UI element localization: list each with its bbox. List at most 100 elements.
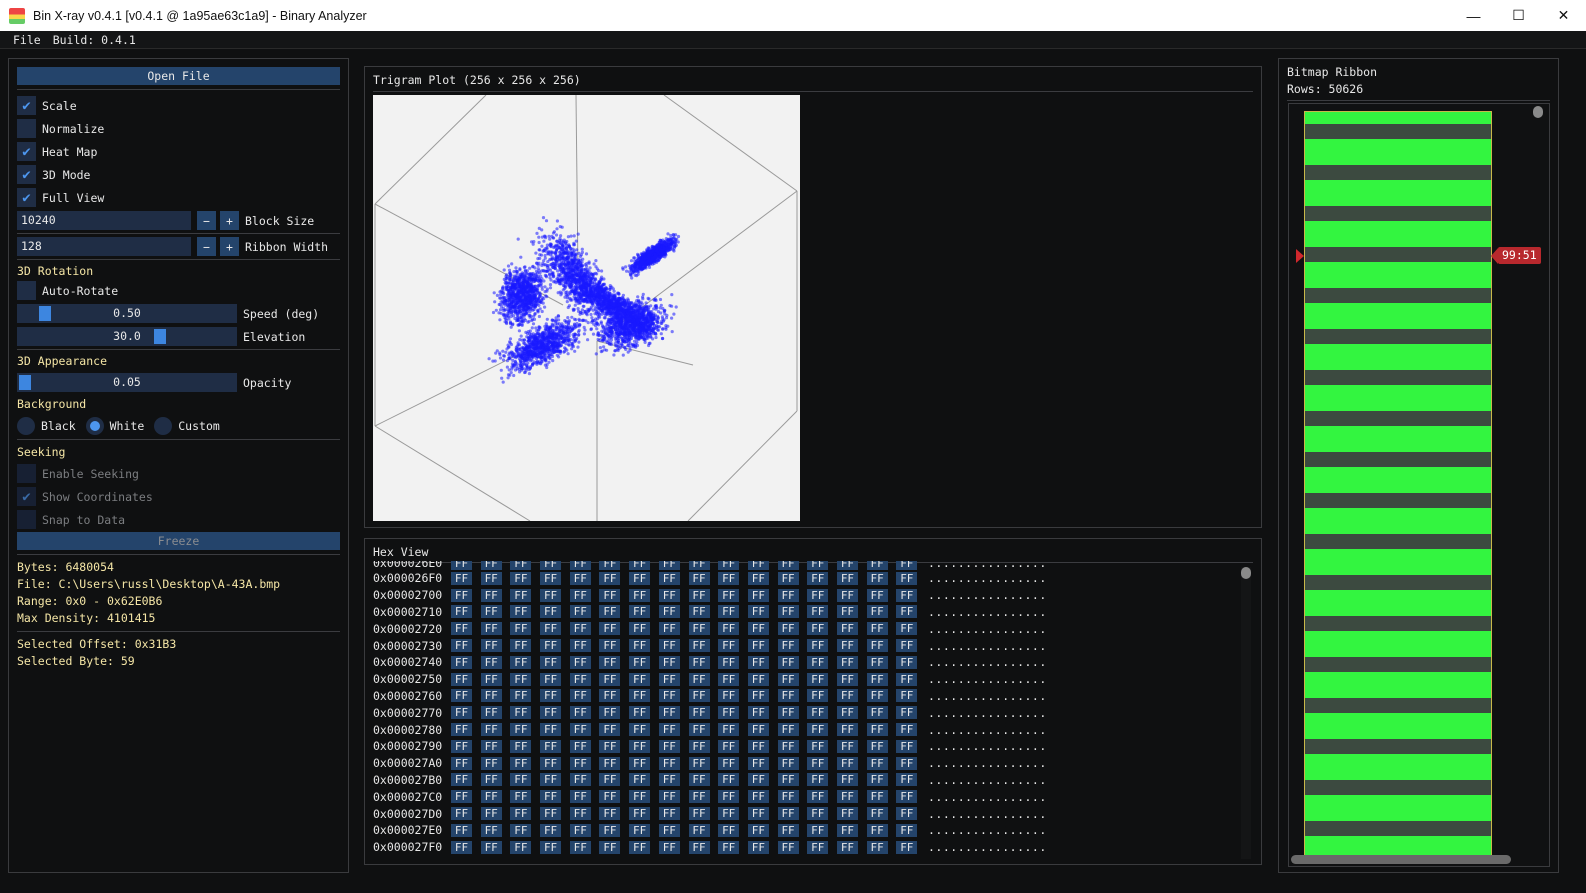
scatter-point [532,346,537,350]
scatter-point [518,363,522,367]
freeze-button[interactable]: Freeze [17,532,340,550]
slider-grab[interactable] [39,306,52,321]
checkbox-row[interactable]: ✔ Scale [17,94,340,117]
scatter-point [636,333,640,337]
window-title: Bin X-ray v0.4.1 [v0.4.1 @ 1a95ae63c1a9]… [33,8,367,23]
scatter-point [542,239,546,243]
heat-map-checkbox[interactable]: ✔ [17,142,36,161]
menu-build[interactable]: Build: 0.4.1 [53,33,136,47]
speed-slider[interactable]: 0.50 [17,304,237,323]
scatter-point [516,347,520,351]
scatter-point [599,333,603,337]
show-coordinates-checkbox[interactable]: ✔ [17,487,36,506]
background-white-radio[interactable] [85,416,104,435]
scatter-point [548,276,552,280]
3d-mode-checkbox[interactable]: ✔ [17,165,36,184]
ribbon-width-increment[interactable]: + [220,237,239,256]
block-size-decrement[interactable]: − [197,211,216,230]
scatter-point [588,266,592,270]
scatter-point [646,312,651,316]
scatter-point [595,267,599,271]
scatter-point [581,304,585,308]
scatter-point [509,351,513,355]
scatter-point [622,324,627,328]
close-button[interactable]: ✕ [1541,0,1586,31]
minimize-button[interactable]: — [1451,0,1496,31]
scatter-point [588,291,592,296]
scatter-point [525,292,529,296]
appearance-header: 3D Appearance [17,354,108,368]
scale-checkbox[interactable]: ✔ [17,96,36,115]
scatter-point [600,277,604,281]
scatter-point [516,350,520,354]
enable-seeking-checkbox[interactable] [17,464,36,483]
background-custom-radio[interactable] [154,416,173,435]
scatter-point [565,300,569,304]
scatter-point [516,237,520,241]
scatter-point [600,269,604,273]
background-custom-label: Custom [178,418,220,433]
normalize-checkbox[interactable] [17,119,36,138]
scatter-point [524,363,528,367]
scatter-point [662,309,667,313]
scatter-point [612,353,616,357]
checkbox-row[interactable]: ✔ 3D Mode [17,163,340,186]
checkbox-row[interactable]: ✔ Heat Map [17,140,340,163]
scatter-point [596,299,600,303]
scatter-point [564,319,568,323]
scatter-point [599,320,603,324]
snap-to-data-checkbox[interactable] [17,510,36,529]
scatter-point [664,324,668,328]
checkbox-row[interactable]: ✔ Full View [17,186,340,209]
checkbox-row[interactable]: Snap to Data [17,508,340,531]
block-size-increment[interactable]: + [220,211,239,230]
scatter-point [531,322,536,326]
scatter-point [661,327,665,331]
scatter-point [572,276,577,280]
trigram-canvas[interactable] [373,94,800,522]
scatter-point [540,287,544,291]
menu-file[interactable]: File [13,33,41,47]
scatter-point [508,271,512,275]
ribbon-width-input[interactable]: 128 [17,237,191,256]
elevation-slider[interactable]: 30.0 [17,327,237,346]
scatter-point [627,309,632,313]
opacity-slider[interactable]: 0.05 [17,373,237,392]
scatter-point [609,333,613,338]
scatter-point [519,334,523,338]
scatter-point [607,305,611,309]
scatter-point [615,321,620,325]
auto-rotate-checkbox[interactable] [17,281,36,300]
scatter-point [542,248,546,252]
scatter-point [498,351,502,355]
scatter-point [547,250,551,254]
background-black-radio[interactable] [17,416,35,435]
trigram-plot[interactable] [373,94,800,522]
block-size-input[interactable]: 10240 [17,211,191,230]
scatter-point [570,289,574,293]
scatter-point [518,353,522,357]
ribbon-width-decrement[interactable]: − [197,237,216,256]
scatter-point [566,235,570,239]
scatter-point [596,323,601,327]
scatter-point [544,331,548,336]
open-file-button[interactable]: Open File [17,67,340,85]
scatter-point [507,268,512,272]
slider-grab[interactable] [153,329,166,344]
scatter-point [537,303,541,307]
checkbox-row[interactable]: Normalize [17,117,340,140]
full-view-checkbox[interactable]: ✔ [17,188,36,207]
scatter-point [610,330,614,334]
scatter-point [563,346,567,350]
scatter-point [492,291,496,295]
checkbox-row[interactable]: ✔ Show Coordinates [17,485,340,508]
scatter-point [670,316,674,320]
enable-seeking-label: Enable Seeking [42,466,139,481]
scatter-point [532,360,536,364]
checkbox-row[interactable]: Enable Seeking [17,462,340,485]
scatter-point [559,343,564,347]
scatter-point [509,295,513,299]
maximize-button[interactable]: ☐ [1496,0,1541,31]
scatter-point [640,302,644,306]
slider-grab[interactable] [19,375,31,390]
